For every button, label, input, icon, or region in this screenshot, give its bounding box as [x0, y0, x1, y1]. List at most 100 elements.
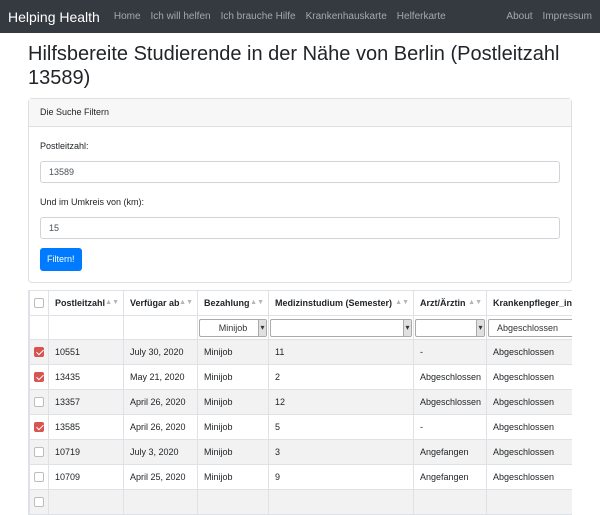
select-all-checkbox[interactable]: [34, 298, 44, 309]
filter-row: Minijob ▾ ▾ ▾ Abgeschlossen: [29, 315, 572, 340]
cell-bezahlung: Minijob: [197, 439, 269, 465]
col-krankenpfleger[interactable]: Krankenpfleger_in: [486, 290, 572, 316]
sort-icon: ▲▼: [395, 299, 409, 306]
nav-home[interactable]: Home: [114, 11, 141, 22]
row-select-cell: [29, 414, 49, 440]
results-table-wrap: Postleitzahl ▲▼ Verfügar ab ▲▼ Bezahlung ▲▼…: [28, 290, 572, 515]
cell-semester: 5: [268, 414, 414, 440]
radius-input[interactable]: 15: [40, 217, 560, 239]
row-checkbox[interactable]: [34, 347, 44, 358]
brand-link[interactable]: Helping Health: [8, 9, 100, 25]
sort-icon: ▲▼: [179, 299, 193, 306]
cell-semester: [268, 489, 414, 515]
cell-bezahlung: Minijob: [197, 364, 269, 390]
cell-bezahlung: [197, 489, 269, 515]
nav-impressum[interactable]: Impressum: [543, 11, 592, 22]
cell-semester: 11: [268, 339, 414, 365]
col-verfuegbar-label: Verfügar ab: [130, 298, 180, 308]
page-title: Hilfsbereite Studierende in der Nähe von…: [28, 43, 560, 89]
filter-cell-arzt: ▾: [413, 315, 487, 340]
cell-bezahlung: Minijob: [197, 389, 269, 415]
row-select-cell: [29, 389, 49, 415]
dropdown-arrow-icon: ▾: [258, 319, 266, 336]
cell-semester: 2: [268, 364, 414, 390]
postleitzahl-input[interactable]: 13589: [40, 161, 560, 183]
cell-postleitzahl: 13435: [48, 364, 124, 390]
cell-postleitzahl: [48, 489, 124, 515]
cell-krankenpfleger: Abgeschlossen: [486, 439, 572, 465]
select-all-cell: [29, 290, 49, 316]
row-checkbox[interactable]: [34, 372, 44, 383]
cell-bezahlung: Minijob: [197, 339, 269, 365]
col-postleitzahl[interactable]: Postleitzahl ▲▼: [48, 290, 124, 316]
table-row[interactable]: 10551 July 30, 2020 Minijob 11 - Abgesch…: [29, 339, 572, 365]
row-select-cell: [29, 439, 49, 465]
filter-card-body: Postleitzahl: 13589 Und im Umkreis von (…: [29, 141, 571, 271]
col-bezahlung-label: Bezahlung: [204, 298, 250, 308]
cell-postleitzahl: 13585: [48, 414, 124, 440]
col-arzt[interactable]: Arzt/Ärztin ▲▼: [413, 290, 487, 316]
cell-arzt: Abgeschlossen: [413, 389, 487, 415]
filter-cell-empty: [29, 315, 49, 340]
sort-icon: ▲▼: [250, 299, 264, 306]
postleitzahl-label: Postleitzahl:: [40, 141, 89, 151]
arzt-filter-select[interactable]: ▾: [415, 318, 485, 337]
sort-icon: ▲▼: [105, 299, 119, 306]
col-arzt-label: Arzt/Ärztin: [420, 298, 466, 308]
table-row[interactable]: 13357 April 26, 2020 Minijob 12 Abgeschl…: [29, 389, 572, 415]
col-verfuegbar[interactable]: Verfügar ab ▲▼: [123, 290, 198, 316]
row-select-cell: [29, 489, 49, 515]
cell-krankenpfleger: Abgeschlossen: [486, 414, 572, 440]
bezahlung-filter-select[interactable]: Minijob ▾: [199, 318, 267, 337]
table-body: 10551 July 30, 2020 Minijob 11 - Abgesch…: [29, 339, 572, 515]
nav-ich-brauche-hilfe[interactable]: Ich brauche Hilfe: [221, 11, 296, 22]
table-row[interactable]: 13435 May 21, 2020 Minijob 2 Abgeschloss…: [29, 364, 572, 390]
results-table: Postleitzahl ▲▼ Verfügar ab ▲▼ Bezahlung ▲▼…: [29, 290, 572, 515]
table-header-row: Postleitzahl ▲▼ Verfügar ab ▲▼ Bezahlung ▲▼…: [29, 290, 572, 316]
nav-ich-will-helfen[interactable]: Ich will helfen: [151, 11, 211, 22]
filter-card-header: Die Suche Filtern: [29, 99, 571, 127]
cell-verfuegbar: July 3, 2020: [123, 439, 198, 465]
row-checkbox[interactable]: [34, 497, 44, 508]
table-row[interactable]: [29, 489, 572, 515]
krankenpfleger-filter-value: Abgeschlossen: [497, 322, 559, 333]
row-checkbox[interactable]: [34, 472, 44, 483]
table-row[interactable]: 13585 April 26, 2020 Minijob 5 - Abgesch…: [29, 414, 572, 440]
nav-about[interactable]: About: [506, 11, 532, 22]
cell-arzt: Abgeschlossen: [413, 364, 487, 390]
col-krankenpfleger-label: Krankenpfleger_in: [493, 298, 572, 308]
col-bezahlung[interactable]: Bezahlung ▲▼: [197, 290, 269, 316]
filter-cell-empty: [123, 315, 198, 340]
table-row[interactable]: 10719 July 3, 2020 Minijob 3 Angefangen …: [29, 439, 572, 465]
medizinstudium-filter-select[interactable]: ▾: [270, 318, 412, 337]
cell-krankenpfleger: [486, 489, 572, 515]
row-checkbox[interactable]: [34, 422, 44, 433]
cell-arzt: -: [413, 339, 487, 365]
dropdown-arrow-icon: ▾: [476, 319, 484, 336]
row-checkbox[interactable]: [34, 447, 44, 458]
cell-krankenpfleger: Abgeschlossen: [486, 389, 572, 415]
nav-right: About Impressum: [496, 11, 592, 22]
cell-krankenpfleger: Abgeschlossen: [486, 364, 572, 390]
radius-label: Und im Umkreis von (km):: [40, 197, 145, 207]
row-checkbox[interactable]: [34, 397, 44, 408]
filter-button[interactable]: Filtern!: [40, 248, 82, 271]
nav-helferkarte[interactable]: Helferkarte: [397, 11, 446, 22]
cell-verfuegbar: May 21, 2020: [123, 364, 198, 390]
nav-krankenhauskarte[interactable]: Krankenhauskarte: [306, 11, 387, 22]
cell-postleitzahl: 13357: [48, 389, 124, 415]
cell-arzt: -: [413, 414, 487, 440]
row-select-cell: [29, 364, 49, 390]
filter-cell-medizinstudium: ▾: [268, 315, 414, 340]
cell-bezahlung: Minijob: [197, 414, 269, 440]
col-medizinstudium[interactable]: Medizinstudium (Semester) ▲▼: [268, 290, 414, 316]
bezahlung-filter-value: Minijob: [218, 322, 248, 333]
col-postleitzahl-label: Postleitzahl: [55, 298, 106, 308]
cell-verfuegbar: April 26, 2020: [123, 414, 198, 440]
main-container: Hilfsbereite Studierende in der Nähe von…: [28, 33, 572, 515]
cell-postleitzahl: 10551: [48, 339, 124, 365]
dropdown-arrow-icon: ▾: [403, 319, 411, 336]
cell-semester: 12: [268, 389, 414, 415]
cell-verfuegbar: April 26, 2020: [123, 389, 198, 415]
krankenpfleger-filter-select[interactable]: Abgeschlossen: [488, 318, 572, 337]
